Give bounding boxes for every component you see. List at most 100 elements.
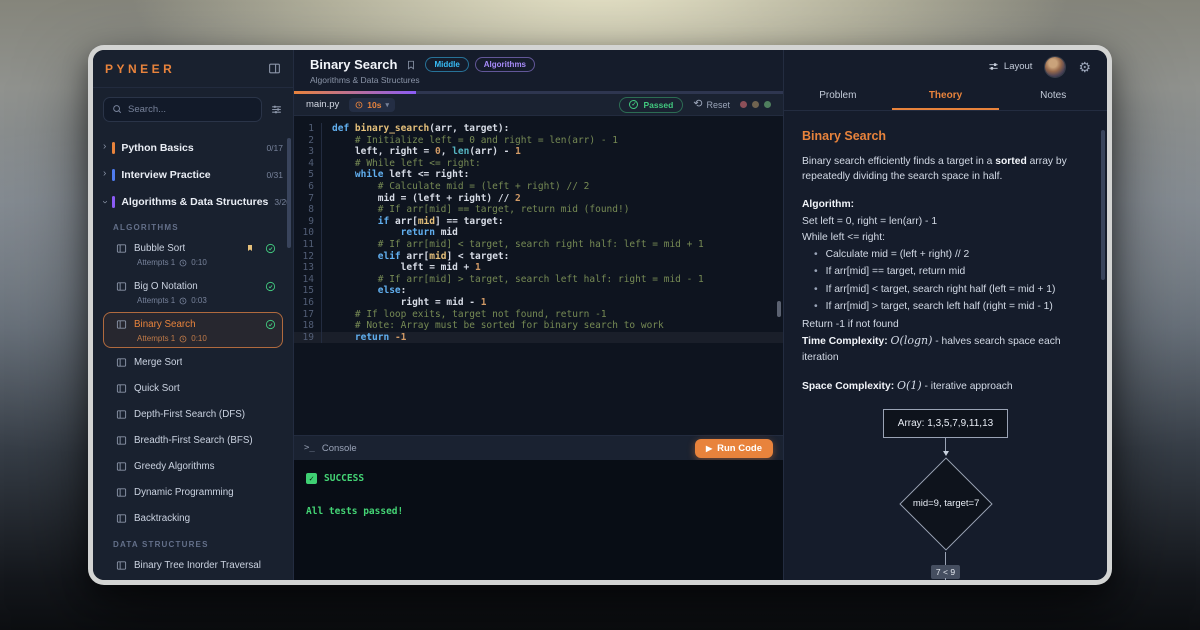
lesson-item[interactable]: Bubble Sort Attempts 10:10 (103, 236, 283, 272)
code-line[interactable]: 18 # Note: Array must be sorted for bina… (294, 320, 783, 332)
lesson-item[interactable]: Big O Notation Attempts 10:03 (103, 274, 283, 310)
code-line[interactable]: 6 # Calculate mid = (left + right) // 2 (294, 181, 783, 193)
file-tab[interactable]: main.py (306, 99, 339, 110)
theory-heading: Binary Search (802, 127, 1089, 146)
code-line[interactable]: 12 elif arr[mid] < target: (294, 251, 783, 263)
lesson-item-row: Backtracking (116, 510, 276, 526)
chevron-icon: › (103, 142, 106, 152)
sidebar: PYNEER Search... ›Python Basics0/17›Inte… (93, 50, 294, 580)
lesson-item[interactable]: Greedy Algorithms (103, 454, 283, 478)
code-text: left, right = 0, len(arr) - 1 (321, 146, 783, 158)
lesson-item[interactable]: Quick Sort (103, 376, 283, 400)
layout-button[interactable]: Layout (988, 61, 1033, 72)
line-number: 13 (294, 262, 321, 274)
tab-notes[interactable]: Notes (999, 83, 1107, 110)
line-number: 6 (294, 181, 321, 193)
code-line[interactable]: 19 return -1 (294, 332, 783, 344)
code-line[interactable]: 14 # If arr[mid] > target, search left h… (294, 274, 783, 286)
lesson-item[interactable]: Reverse Linked List (103, 579, 283, 580)
clock-icon (179, 297, 187, 305)
course-section[interactable]: ›Python Basics0/17 (103, 134, 283, 161)
sidebar-scrollbar[interactable] (287, 138, 291, 248)
algorithm-bullet: •If arr[mid] < target, search right half… (814, 282, 1089, 297)
book-icon (116, 357, 127, 368)
reset-icon: ⟲ (693, 99, 702, 110)
check-circle-icon (265, 281, 276, 292)
bullet-dot: • (814, 282, 818, 297)
code-text: right = mid - 1 (321, 297, 783, 309)
section-label: Python Basics (121, 142, 193, 154)
tab-theory[interactable]: Theory (892, 83, 1000, 110)
book-icon (116, 281, 127, 292)
bookmark-icon[interactable] (406, 59, 416, 71)
editor-toolbar: main.py 10s ▾ ✓ Passed ⟲ Reset (294, 94, 783, 116)
big-o-space: O(1) (897, 379, 922, 392)
code-line[interactable]: 17 # If loop exits, target not found, re… (294, 309, 783, 321)
reset-button[interactable]: ⟲ Reset (693, 99, 730, 110)
time-label: 0:03 (191, 296, 207, 305)
collapse-sidebar-icon[interactable] (268, 62, 281, 75)
code-line[interactable]: 8 # If arr[mid] == target, return mid (f… (294, 204, 783, 216)
code-line[interactable]: 4 # While left <= right: (294, 158, 783, 170)
line-number: 9 (294, 216, 321, 228)
code-line[interactable]: 15 else: (294, 285, 783, 297)
course-section[interactable]: ›Interview Practice0/31 (103, 161, 283, 188)
code-line[interactable]: 1def binary_search(arr, target): (294, 123, 783, 135)
code-line[interactable]: 5 while left <= right: (294, 169, 783, 181)
lesson-item[interactable]: Dynamic Programming (103, 480, 283, 504)
search-input[interactable]: Search... (103, 97, 262, 122)
top-bar: Layout ⚙ (784, 50, 1107, 83)
course-section[interactable]: ›Algorithms & Data Structures3/20 (103, 188, 283, 215)
code-line[interactable]: 11 # If arr[mid] < target, search right … (294, 239, 783, 251)
run-code-button[interactable]: ▶ Run Code (695, 439, 773, 458)
lesson-item-row: Quick Sort (116, 380, 276, 396)
lesson-item[interactable]: Merge Sort (103, 350, 283, 374)
lesson-item[interactable]: Binary Tree Inorder Traversal (103, 553, 283, 577)
line-number: 10 (294, 227, 321, 239)
code-line[interactable]: 2 # Initialize left = 0 and right = len(… (294, 135, 783, 147)
lesson-item[interactable]: Binary SearchAttempts 10:10 (103, 312, 283, 348)
avatar[interactable] (1045, 57, 1065, 77)
line-number: 4 (294, 158, 321, 170)
lesson-item[interactable]: Breadth-First Search (BFS) (103, 428, 283, 452)
sidebar-search-row: Search... (93, 88, 293, 130)
lesson-label: Bubble Sort (134, 243, 185, 254)
lesson-item-row: Bubble Sort (116, 240, 276, 256)
line-number: 1 (294, 123, 321, 135)
panel-scrollbar[interactable] (1101, 130, 1105, 280)
return-line: Return -1 if not found (802, 317, 1089, 332)
page-title: Binary Search (310, 57, 397, 72)
tab-problem[interactable]: Problem (784, 83, 892, 110)
code-line[interactable]: 13 left = mid + 1 (294, 262, 783, 274)
status-label: Passed (643, 100, 673, 110)
status-badge: ✓ Passed (619, 97, 683, 113)
code-line[interactable]: 9 if arr[mid] == target: (294, 216, 783, 228)
lesson-meta: Attempts 10:10 (116, 332, 276, 344)
book-icon (116, 487, 127, 498)
algorithm-bullet: •Calculate mid = (left + right) // 2 (814, 247, 1089, 262)
code-line[interactable]: 3 left, right = 0, len(arr) - 1 (294, 146, 783, 158)
lesson-label: Big O Notation (134, 281, 198, 292)
book-icon (116, 560, 127, 571)
code-line[interactable]: 10 return mid (294, 227, 783, 239)
timer-badge[interactable]: 10s ▾ (349, 98, 395, 112)
gear-icon[interactable]: ⚙ (1078, 60, 1091, 74)
search-icon (112, 104, 122, 114)
clock-icon (179, 335, 187, 343)
code-line[interactable]: 16 right = mid - 1 (294, 297, 783, 309)
lesson-item-row: Depth-First Search (DFS) (116, 406, 276, 422)
lesson-meta: Attempts 10:10 (116, 256, 276, 268)
console-message: All tests passed! (306, 506, 771, 517)
code-editor[interactable]: 1def binary_search(arr, target):2 # Init… (294, 116, 783, 435)
lesson-item[interactable]: Backtracking (103, 506, 283, 530)
filter-icon[interactable] (270, 103, 283, 116)
section-accent (112, 196, 115, 208)
code-line[interactable]: 7 mid = (left + right) // 2 (294, 193, 783, 205)
lesson-item[interactable]: Depth-First Search (DFS) (103, 402, 283, 426)
lesson-label: Quick Sort (134, 383, 180, 394)
editor-scrollbar[interactable] (777, 301, 781, 317)
sidebar-header: PYNEER (93, 50, 293, 88)
lesson-meta: Attempts 10:03 (116, 294, 276, 306)
clock-icon (355, 101, 363, 109)
lesson-label: Backtracking (134, 513, 190, 524)
